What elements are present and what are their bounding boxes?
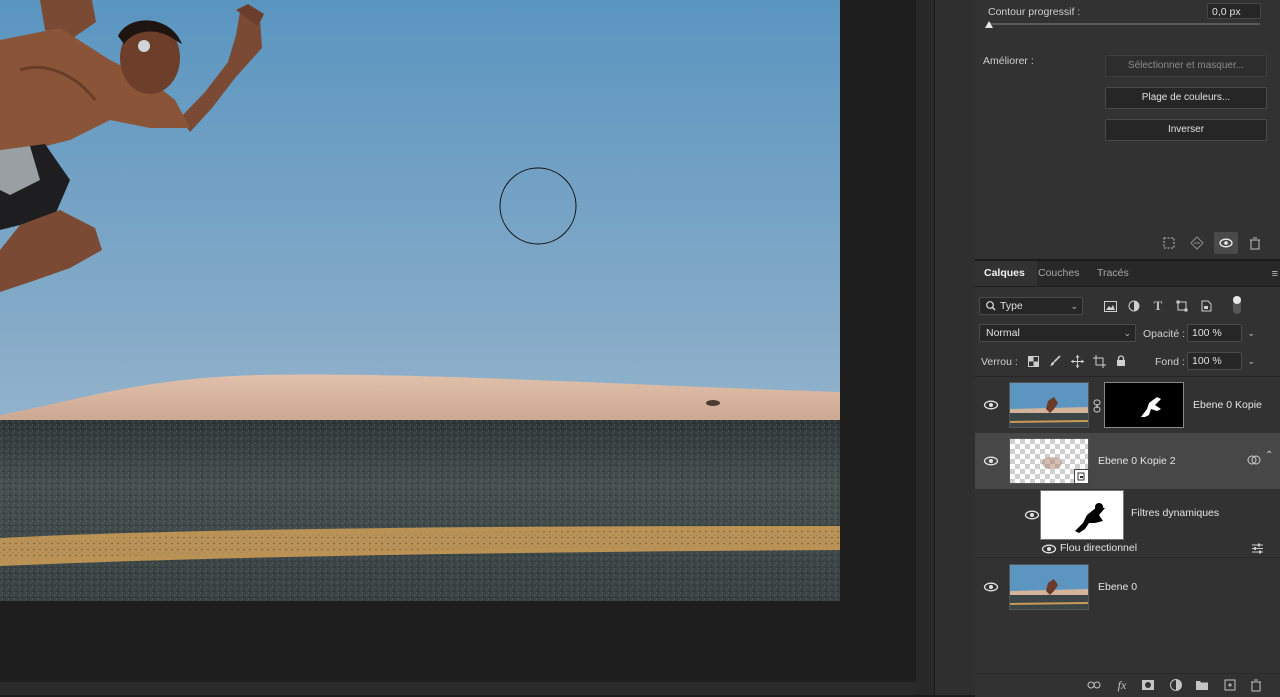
layer-filter-select[interactable]: Type ⌄ (979, 297, 1083, 315)
load-selection-icon[interactable] (1161, 235, 1177, 251)
smart-filters-row[interactable]: Filtres dynamiques Flou directionnel (975, 489, 1280, 557)
refine-label: Améliorer : (983, 55, 1034, 67)
eye-icon[interactable] (983, 455, 999, 467)
layer-mask-thumbnail[interactable] (1104, 382, 1184, 428)
lock-position-move-icon[interactable] (1069, 353, 1085, 369)
smart-object-filter-icon[interactable] (1198, 298, 1214, 314)
fill-field[interactable]: 100 % ⌄ (1187, 352, 1255, 370)
layer-row-ebene-0[interactable]: Ebene 0 (975, 559, 1280, 615)
layer-thumbnail[interactable] (1009, 564, 1089, 610)
chevron-down-icon: ⌄ (1070, 301, 1078, 311)
smart-filter-mask-thumbnail[interactable] (1040, 490, 1124, 540)
layer-filter-value: Type (1000, 300, 1023, 312)
lock-image-brush-icon[interactable] (1047, 353, 1063, 369)
horizontal-scrollbar[interactable] (0, 682, 934, 695)
layer-thumbnail[interactable] (1009, 382, 1089, 428)
tab-traces[interactable]: Tracés (1088, 261, 1138, 286)
apply-mask-icon[interactable] (1189, 235, 1205, 251)
vertical-scrollbar[interactable] (916, 0, 934, 695)
layer-row-ebene-0-kopie[interactable]: Ebene 0 Kopie (975, 377, 1280, 433)
type-layer-filter-icon[interactable]: T (1150, 298, 1166, 314)
lock-label: Verrou : (981, 356, 1018, 368)
filter-blending-options-icon[interactable] (1251, 543, 1264, 554)
tab-calques[interactable]: Calques (975, 261, 1037, 286)
panel-menu-icon[interactable]: ≡ (1272, 268, 1278, 280)
select-and-mask-button[interactable]: Sélectionner et masquer... (1105, 55, 1267, 77)
chevron-down-icon: ⌄ (1123, 328, 1131, 338)
opacity-label: Opacité : (1143, 328, 1186, 340)
feather-slider-track[interactable] (988, 23, 1260, 25)
properties-panel: Contour progressif : 0,0 px Améliorer : … (975, 0, 1280, 259)
feather-label: Contour progressif : (988, 6, 1081, 18)
feather-value-field[interactable]: 0,0 px (1207, 3, 1261, 19)
eye-icon[interactable] (1024, 509, 1040, 521)
adjustment-layer-filter-icon[interactable] (1126, 298, 1142, 314)
shape-layer-filter-icon[interactable] (1174, 298, 1190, 314)
invert-button[interactable]: Inverser (1105, 119, 1267, 141)
blend-mode-select[interactable]: Normal ⌄ (979, 324, 1136, 342)
new-group-folder-icon[interactable] (1195, 678, 1209, 692)
fx-icon[interactable]: fx (1115, 678, 1129, 692)
lock-transparent-icon[interactable] (1025, 353, 1041, 369)
tab-couches[interactable]: Couches (1029, 261, 1088, 286)
adjustment-layer-icon[interactable] (1169, 678, 1183, 692)
lock-all-icon[interactable] (1113, 353, 1129, 369)
eye-icon[interactable] (983, 581, 999, 593)
layer-name[interactable]: Ebene 0 Kopie (1193, 399, 1262, 411)
smart-object-badge-icon (1074, 469, 1089, 484)
layers-panel-tabs: Calques Couches Tracés ≡ (975, 261, 1280, 287)
trash-icon[interactable] (1249, 678, 1263, 692)
feather-slider-thumb[interactable] (985, 21, 993, 28)
document-image[interactable] (0, 0, 840, 601)
layer-name[interactable]: Ebene 0 (1098, 581, 1137, 593)
filter-name[interactable]: Flou directionnel (1060, 542, 1137, 554)
layers-bottom-bar: fx (975, 673, 1280, 697)
blend-mode-value: Normal (986, 327, 1020, 339)
runner-photo (0, 0, 840, 601)
smart-filter-indicator-icon[interactable] (1247, 454, 1261, 466)
panel-dock-gutter (934, 0, 975, 695)
new-layer-icon[interactable] (1223, 678, 1237, 692)
fill-chevron-icon[interactable]: ⌄ (1247, 353, 1255, 369)
mask-visibility-button[interactable] (1214, 232, 1238, 254)
eye-icon[interactable] (983, 399, 999, 411)
chevron-up-icon[interactable]: ⌃ (1265, 450, 1273, 461)
opacity-chevron-icon[interactable]: ⌄ (1247, 325, 1255, 341)
search-icon (985, 298, 997, 319)
layers-panel: Calques Couches Tracés ≡ Type ⌄ T Normal… (975, 260, 1280, 697)
document-canvas[interactable] (0, 0, 916, 682)
fill-label: Fond : (1155, 356, 1185, 368)
link-icon[interactable] (1093, 399, 1101, 413)
layer-name[interactable]: Ebene 0 Kopie 2 (1098, 455, 1176, 467)
color-range-button[interactable]: Plage de couleurs... (1105, 87, 1267, 109)
filter-toggle-switch[interactable] (1233, 296, 1241, 314)
link-layers-icon[interactable] (1087, 678, 1101, 692)
pixel-layer-filter-icon[interactable] (1102, 298, 1118, 314)
add-mask-icon[interactable] (1141, 678, 1155, 692)
lock-artboard-icon[interactable] (1091, 353, 1107, 369)
opacity-value: 100 % (1192, 327, 1222, 339)
smart-filters-label[interactable]: Filtres dynamiques (1131, 507, 1219, 519)
eye-icon[interactable] (1041, 543, 1057, 555)
layer-row-ebene-0-kopie-2[interactable]: Ebene 0 Kopie 2 ⌃ (975, 433, 1280, 489)
fill-value: 100 % (1192, 355, 1222, 367)
divider (975, 557, 1280, 558)
delete-mask-icon[interactable] (1247, 235, 1263, 251)
opacity-field[interactable]: 100 % ⌄ (1187, 324, 1255, 342)
